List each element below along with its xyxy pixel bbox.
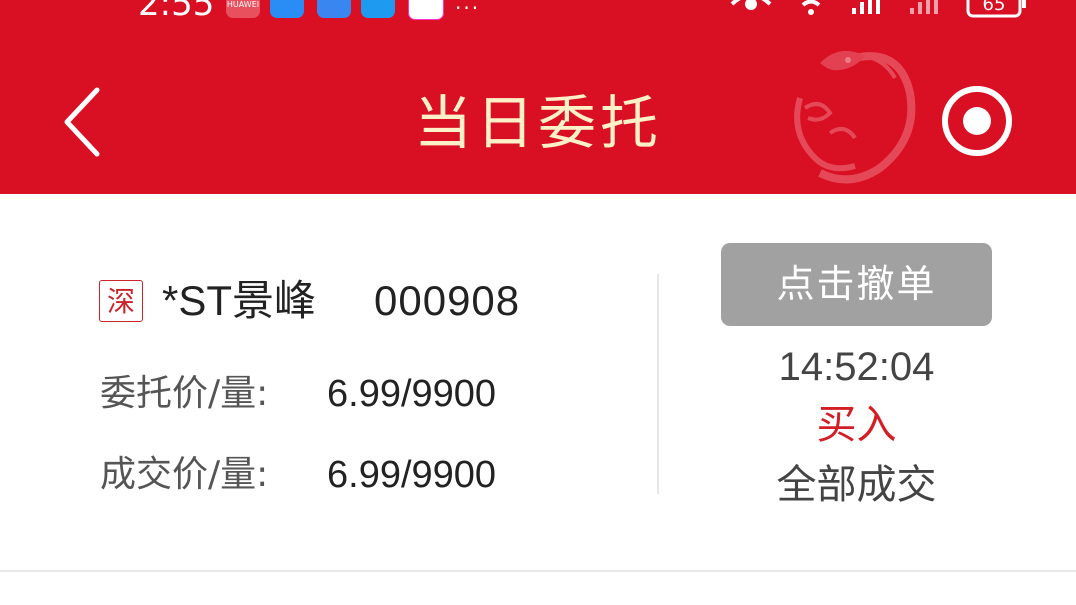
page: 2:55 HUAWEI ··· 65 当日委托 深 *ST景峰 000908 委… xyxy=(0,0,1076,605)
entrust-price-label: 委托价/量: xyxy=(100,373,269,414)
order-direction: 买入 xyxy=(816,402,897,448)
header-bar: 2:55 HUAWEI ··· 65 当日委托 xyxy=(0,0,1076,194)
order-time: 14:52:04 xyxy=(778,345,935,389)
more-notifications-icon: ··· xyxy=(455,0,481,20)
stock-name: *ST景峰 xyxy=(162,277,317,324)
eye-icon xyxy=(730,0,772,10)
battery-icon: 65 xyxy=(966,0,1026,18)
huawei-icon: HUAWEI xyxy=(226,0,260,18)
signal-2-icon xyxy=(910,0,938,14)
stock-code: 000908 xyxy=(374,277,521,324)
dragon-decoration-icon xyxy=(794,50,916,184)
vertical-divider xyxy=(657,274,659,494)
cancel-order-button[interactable]: 点击撤单 xyxy=(721,243,992,326)
order-status: 全部成交 xyxy=(776,462,937,508)
entrust-price-value: 6.99/9900 xyxy=(327,373,497,415)
status-right-icons: 65 xyxy=(730,0,1028,20)
status-bar: 2:55 HUAWEI ··· 65 xyxy=(0,0,1076,22)
wifi-icon xyxy=(801,0,821,15)
signal-icon xyxy=(852,0,880,14)
status-time: 2:55 xyxy=(138,0,215,24)
record-icon[interactable] xyxy=(938,82,1016,160)
battery-level: 65 xyxy=(983,0,1006,15)
deal-price-value: 6.99/9900 xyxy=(327,454,497,496)
bottom-divider xyxy=(0,570,1076,572)
cloud-icon xyxy=(317,0,351,18)
market-badge: 深 xyxy=(99,280,143,322)
order-card[interactable]: 深 *ST景峰 000908 委托价/量: 6.99/9900 成交价/量: 6… xyxy=(0,194,1076,572)
gift-icon xyxy=(408,0,444,20)
weather-icon xyxy=(270,0,304,18)
deal-price-label: 成交价/量: xyxy=(100,454,269,495)
search-icon xyxy=(361,0,395,18)
